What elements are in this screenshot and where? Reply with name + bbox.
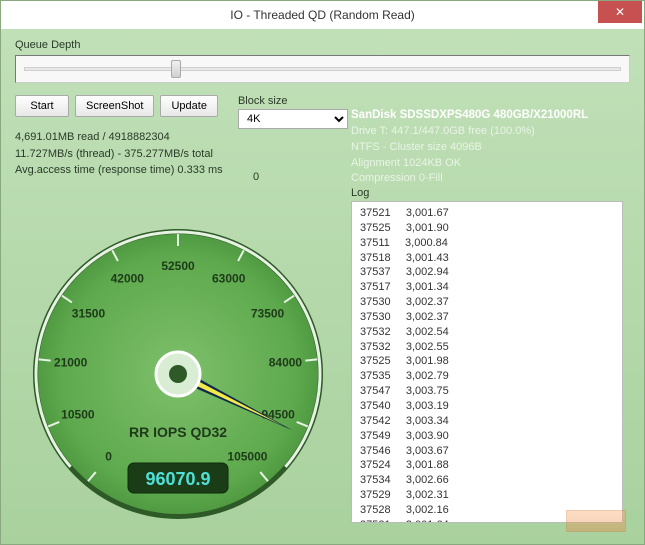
gauge-value: 96070.9 [145,469,210,489]
log-row: 37518 3,001.43 [360,251,614,266]
log-row: 37530 3,002.37 [360,310,614,325]
gauge-tick-label: 10500 [61,407,95,421]
gauge: 0 10500 21000 31500 42000 52500 63000 73500 8400… [23,219,333,529]
gauge-tick-label: 84000 [269,356,303,370]
block-size-group: Block size 4K [238,95,348,129]
log-row: 37525 3,001.98 [360,354,614,369]
log-row: 37511 3,000.84 [360,236,614,251]
gauge-tick-label: 31500 [72,307,106,321]
log-panel: Log 37521 3,001.6737525 3,001.9037511 3,… [351,187,623,523]
block-size-label: Block size [238,95,348,107]
log-row: 37532 3,002.55 [360,340,614,355]
gauge-svg: 0 10500 21000 31500 42000 52500 63000 73500 8400… [23,219,333,529]
queue-depth-label: Queue Depth [15,39,630,51]
gauge-tick-label: 94500 [261,407,295,421]
gauge-tick-label: 42000 [111,272,145,286]
gauge-tick-label: 0 [105,450,112,464]
watermark-box [566,510,626,532]
titlebar: IO - Threaded QD (Random Read) ✕ [1,1,644,29]
close-icon: ✕ [615,5,625,19]
queue-depth-slider-track [15,55,630,83]
gauge-label: RR IOPS QD32 [129,424,227,440]
log-row: 37532 3,002.54 [360,325,614,340]
start-button[interactable]: Start [15,95,69,117]
update-button[interactable]: Update [160,95,217,117]
log-row: 37549 3,003.90 [360,429,614,444]
screenshot-button[interactable]: ScreenShot [75,95,154,117]
drive-free: Drive T: 447.1/447.0GB free (100.0%) [351,124,588,140]
log-row: 37546 3,003.67 [360,444,614,459]
log-row: 37521 3,001.67 [360,206,614,221]
app-window: IO - Threaded QD (Random Read) ✕ Queue D… [0,0,645,545]
gauge-tick-label: 21000 [54,356,88,370]
close-button[interactable]: ✕ [598,1,642,23]
gauge-tick-label: 73500 [251,307,285,321]
log-row: 37542 3,003.34 [360,414,614,429]
log-row: 37540 3,003.19 [360,399,614,414]
log-row: 37530 3,002.37 [360,295,614,310]
gauge-tick-label: 63000 [212,272,246,286]
drive-title: SanDisk SDSSDXPS480G 480GB/X21000RL [351,107,588,124]
log-row: 37535 3,002.79 [360,369,614,384]
log-row: 37547 3,003.75 [360,384,614,399]
drive-fs: NTFS - Cluster size 4096B [351,140,588,156]
log-row: 37537 3,002.94 [360,265,614,280]
drive-compression: Compression 0-Fill [351,171,588,187]
window-title: IO - Threaded QD (Random Read) [1,8,644,22]
log-row: 37517 3,001.34 [360,280,614,295]
queue-depth-slider[interactable] [24,67,621,71]
content-pane: Queue Depth Start ScreenShot Update Bloc… [1,29,644,544]
gauge-tick-label: 105000 [227,450,267,464]
log-row: 37524 3,001.88 [360,458,614,473]
gauge-tick-label: 52500 [161,259,195,273]
block-size-select[interactable]: 4K [238,109,348,129]
log-box[interactable]: 37521 3,001.6737525 3,001.9037511 3,000.… [351,201,623,523]
log-row: 37534 3,002.66 [360,473,614,488]
button-row: Start ScreenShot Update [15,95,218,117]
log-label: Log [351,187,623,199]
log-row: 37529 3,002.31 [360,488,614,503]
drive-alignment: Alignment 1024KB OK [351,156,588,172]
counter-zero: 0 [253,171,259,183]
log-row: 37525 3,001.90 [360,221,614,236]
drive-info: SanDisk SDSSDXPS480G 480GB/X21000RL Driv… [351,107,588,187]
